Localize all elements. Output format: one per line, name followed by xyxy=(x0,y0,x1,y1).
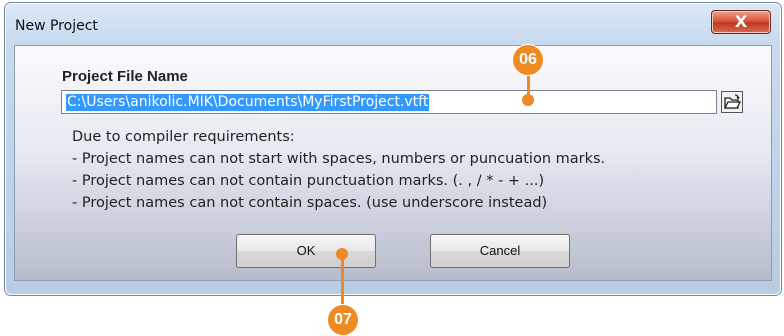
callout-06-badge: 06 xyxy=(512,44,544,76)
project-file-name-label: Project File Name xyxy=(62,68,188,85)
callout-07-leader xyxy=(341,254,344,304)
close-icon: X xyxy=(734,12,748,31)
browse-button[interactable] xyxy=(721,91,743,113)
compiler-requirements-notes: Due to compiler requirements: - Project … xyxy=(72,126,605,214)
dialog-title: New Project xyxy=(15,18,98,34)
note-line: - Project names can not contain punctuat… xyxy=(72,173,545,189)
callout-06-dot xyxy=(522,94,534,106)
callout-07-dot xyxy=(336,248,348,260)
dialog-content: Project File Name C:\Users\anikolic.MIK\… xyxy=(14,45,772,281)
new-project-dialog: New Project X Project File Name C:\Users… xyxy=(4,2,782,296)
ok-button[interactable]: OK xyxy=(236,234,376,268)
folder-icon xyxy=(723,94,742,109)
project-path-input[interactable]: C:\Users\anikolic.MIK\Documents\MyFirstP… xyxy=(61,90,717,114)
note-line: - Project names can not contain spaces. … xyxy=(72,195,548,211)
close-button[interactable]: X xyxy=(711,10,771,34)
project-path-value: C:\Users\anikolic.MIK\Documents\MyFirstP… xyxy=(66,94,430,111)
cancel-button[interactable]: Cancel xyxy=(430,234,570,268)
callout-07-badge: 07 xyxy=(327,304,359,336)
note-line: - Project names can not start with space… xyxy=(72,151,606,167)
note-line: Due to compiler requirements: xyxy=(72,129,295,145)
